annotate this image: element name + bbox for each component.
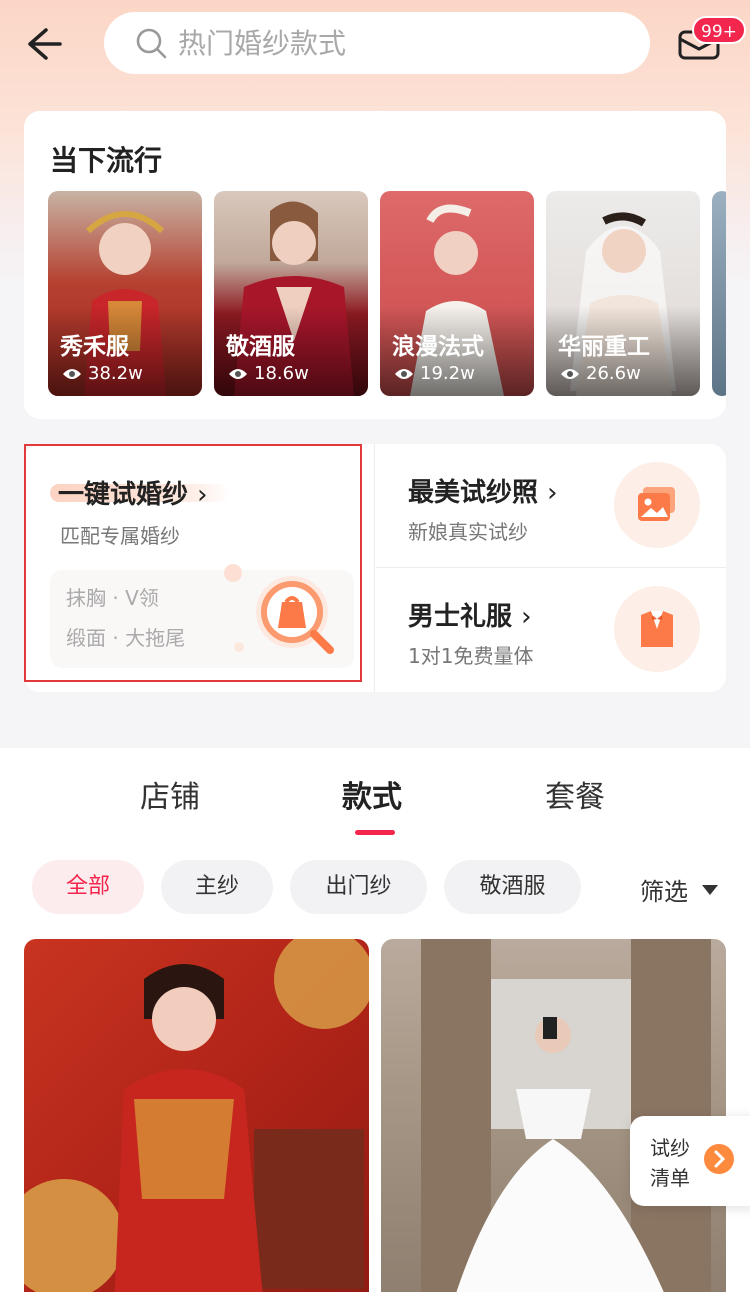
- caret-down-icon: [702, 884, 718, 895]
- photo-gallery-icon: [638, 487, 675, 521]
- try-on-title-text: 一键试婚纱: [58, 480, 189, 510]
- try-on-dress-button[interactable]: 一键试婚纱 › 匹配专属婚纱 抹胸 · V领 缎面 · 大拖尾: [24, 444, 362, 682]
- trending-item[interactable]: 华丽重工 26.6w: [546, 191, 700, 396]
- float-label-1: 试纱: [650, 1136, 690, 1160]
- filter-label: 筛选: [640, 878, 688, 906]
- trending-name: 敬酒服: [226, 334, 295, 360]
- chevron-right-icon: ›: [547, 478, 558, 508]
- tab-styles[interactable]: 款式: [342, 772, 402, 816]
- eye-icon: [63, 368, 81, 379]
- trending-name: 华丽重工: [558, 334, 650, 360]
- photos-title: 最美试纱照 ›: [408, 472, 557, 509]
- trending-item[interactable]: 秀禾服 38.2w: [48, 191, 202, 396]
- try-on-subtitle: 匹配专属婚纱: [60, 524, 180, 548]
- photos-subtitle: 新娘真实试纱: [408, 520, 528, 544]
- tab-active-indicator: [355, 830, 395, 835]
- back-arrow-icon[interactable]: [22, 24, 66, 64]
- tag-line: 缎面 · 大拖尾: [66, 626, 186, 650]
- trending-title: 当下流行: [50, 144, 163, 177]
- trending-views-count: 26.6w: [586, 363, 641, 384]
- try-on-title: 一键试婚纱 ›: [58, 474, 207, 511]
- tab-packages[interactable]: 套餐: [545, 772, 605, 816]
- trending-views: 38.2w: [62, 363, 143, 384]
- trending-views: 19.2w: [394, 363, 475, 384]
- content-section: 店铺 款式 套餐 全部 主纱 出门纱 敬酒服 筛选: [0, 748, 750, 1292]
- divider: [374, 444, 375, 692]
- eye-icon: [229, 368, 247, 379]
- message-badge: 99+: [692, 16, 746, 44]
- menswear-title-text: 男士礼服: [408, 602, 513, 632]
- bridal-photos-button[interactable]: 最美试纱照 › 新娘真实试纱: [376, 444, 726, 566]
- trending-name: 秀禾服: [60, 334, 129, 360]
- dress-magnifier-icon: [256, 576, 334, 654]
- photos-title-text: 最美试纱照: [408, 478, 539, 508]
- menswear-button[interactable]: 男士礼服 › 1对1免费量体: [376, 568, 726, 690]
- tag-line: 抹胸 · V领: [66, 586, 159, 610]
- chip-main-gown[interactable]: 主纱: [161, 860, 273, 914]
- product-card[interactable]: [24, 939, 369, 1292]
- chip-toast-dress[interactable]: 敬酒服: [444, 860, 581, 914]
- menswear-subtitle: 1对1免费量体: [408, 644, 534, 668]
- chip-all[interactable]: 全部: [32, 860, 144, 914]
- tools-panel: 一键试婚纱 › 匹配专属婚纱 抹胸 · V领 缎面 · 大拖尾 最美试纱照 › …: [24, 444, 726, 692]
- header: 99+: [0, 0, 750, 90]
- arrow-right-icon: [704, 1144, 734, 1174]
- trending-item-partial[interactable]: [712, 191, 726, 396]
- trending-views-count: 38.2w: [88, 363, 143, 384]
- trending-views-count: 18.6w: [254, 363, 309, 384]
- eye-icon: [561, 368, 579, 379]
- search-input[interactable]: [178, 26, 618, 60]
- suit-icon: [641, 611, 673, 647]
- trending-name: 浪漫法式: [392, 334, 484, 360]
- chip-departure-gown[interactable]: 出门纱: [290, 860, 427, 914]
- chevron-right-icon: ›: [197, 480, 208, 510]
- trending-item[interactable]: 敬酒服 18.6w: [214, 191, 368, 396]
- trending-views-count: 19.2w: [420, 363, 475, 384]
- float-label-2: 清单: [650, 1166, 690, 1190]
- search-bar[interactable]: [104, 12, 650, 74]
- search-icon: [136, 28, 167, 59]
- chevron-right-icon: ›: [521, 602, 532, 632]
- trending-list[interactable]: 秀禾服 38.2w 敬酒服 18.6w 浪漫法式 19.2w 华丽重工 26.6…: [48, 191, 726, 396]
- tab-shops[interactable]: 店铺: [140, 772, 200, 816]
- trending-item[interactable]: 浪漫法式 19.2w: [380, 191, 534, 396]
- decor-dot: [234, 642, 244, 652]
- try-on-list-button[interactable]: 试纱 清单: [630, 1116, 750, 1206]
- decor-dot: [224, 564, 242, 582]
- eye-icon: [395, 368, 413, 379]
- trending-views: 26.6w: [560, 363, 641, 384]
- filter-button[interactable]: 筛选: [640, 872, 718, 907]
- trending-card: 当下流行 秀禾服 38.2w 敬酒服 18.6w 浪漫法式 19.2w 华丽重工…: [24, 111, 726, 419]
- photos-icon-bg: [614, 462, 700, 548]
- product-image: [24, 939, 369, 1292]
- menswear-title: 男士礼服 ›: [408, 596, 531, 633]
- trending-views: 18.6w: [228, 363, 309, 384]
- menswear-icon-bg: [614, 586, 700, 672]
